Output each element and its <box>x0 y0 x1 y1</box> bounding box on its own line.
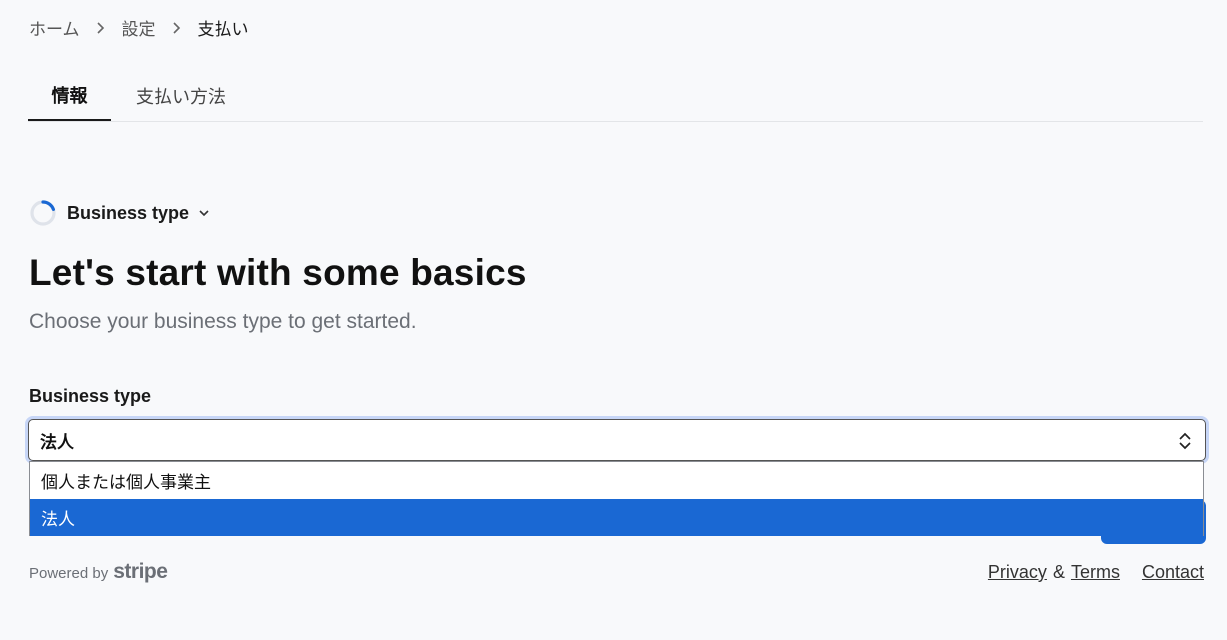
step-label: Business type <box>67 202 190 223</box>
chevron-right-icon <box>96 21 104 34</box>
terms-link[interactable]: Terms <box>1071 562 1120 583</box>
breadcrumb: ホーム 設定 支払い <box>29 15 249 40</box>
page: ホーム 設定 支払い 情報 支払い方法 Business type Let's … <box>0 0 1227 640</box>
powered-by: Powered by stripe <box>29 560 168 584</box>
privacy-link[interactable]: Privacy <box>988 562 1047 583</box>
option-company[interactable]: 法人 <box>30 499 1203 536</box>
footer-amp: & <box>1052 562 1065 582</box>
chevron-right-icon <box>172 21 180 34</box>
option-individual[interactable]: 個人または個人事業主 <box>30 462 1203 499</box>
business-type-options: 個人または個人事業主 法人 <box>29 461 1204 536</box>
business-type-label: Business type <box>29 386 152 406</box>
breadcrumb-payments: 支払い <box>197 20 249 40</box>
contact-link[interactable]: Contact <box>1142 562 1204 583</box>
powered-by-text: Powered by <box>29 565 109 582</box>
tab-payment-methods[interactable]: 支払い方法 <box>111 70 251 121</box>
breadcrumb-home[interactable]: ホーム <box>29 15 80 40</box>
stripe-logo: stripe <box>113 560 168 583</box>
chevron-down-icon <box>199 210 209 217</box>
progress-spinner-icon <box>30 200 56 226</box>
tab-info[interactable]: 情報 <box>28 70 111 121</box>
select-arrows-icon <box>1179 432 1191 450</box>
tab-bar: 情報 支払い方法 <box>28 70 1203 122</box>
step-header[interactable]: Business type <box>29 199 210 227</box>
page-title: Let's start with some basics <box>29 252 527 293</box>
select-value: 法人 <box>40 432 74 453</box>
footer-links: Privacy & Terms Contact <box>988 562 1204 583</box>
business-type-select[interactable]: 法人 <box>28 419 1206 461</box>
breadcrumb-settings[interactable]: 設定 <box>122 15 156 40</box>
page-subtitle: Choose your business type to get started… <box>29 310 417 333</box>
